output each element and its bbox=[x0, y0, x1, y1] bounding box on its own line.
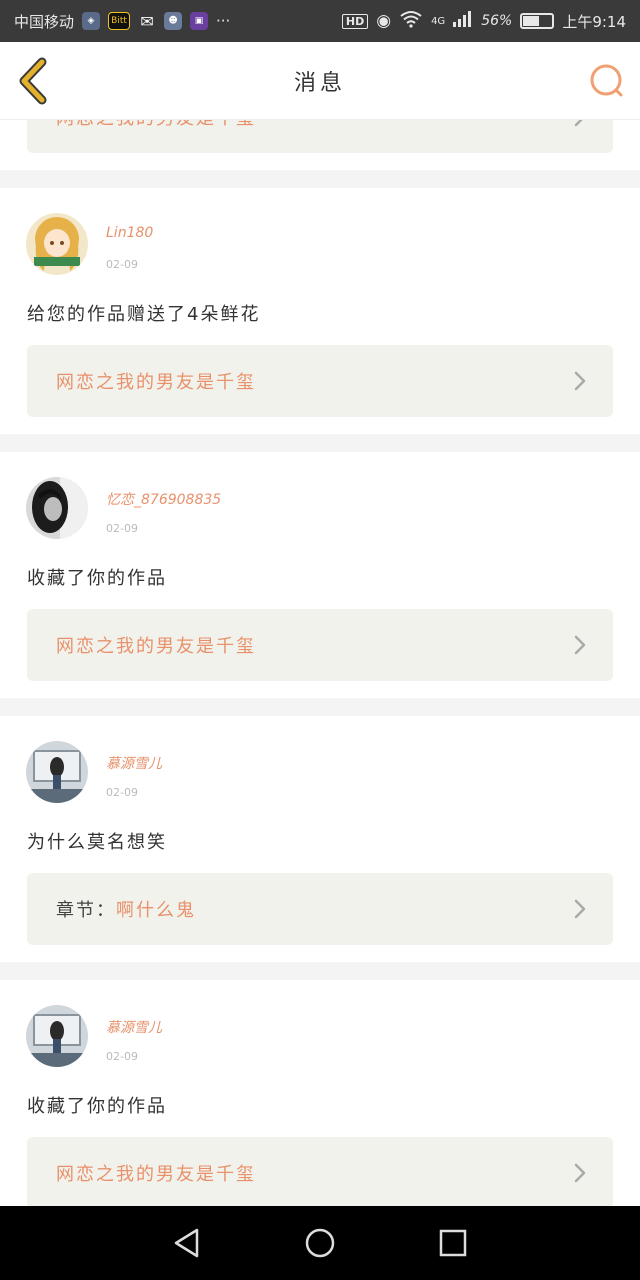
shield-app-icon: ◈ bbox=[82, 12, 101, 30]
back-button[interactable] bbox=[14, 56, 54, 106]
clock: 上午9:14 bbox=[562, 12, 626, 31]
status-bar: 中国移动 ◈ Bitt ✉ ☻ ▣ ··· HD ◉ 4G 56% 上午9:14 bbox=[0, 0, 640, 42]
avatar[interactable] bbox=[26, 741, 88, 803]
work-link[interactable]: 网恋之我的男友是千玺 bbox=[27, 609, 613, 681]
game-app-icon: ▣ bbox=[190, 12, 209, 30]
chevron-right-icon bbox=[574, 371, 586, 391]
hd-icon: HD bbox=[341, 13, 369, 29]
robot-app-icon: ☻ bbox=[164, 12, 183, 30]
list-item: 慕源雪儿 02-09 为什么莫名想笑 章节： 啊什么鬼 bbox=[0, 716, 640, 962]
username[interactable]: 慕源雪儿 bbox=[106, 753, 162, 773]
more-notifications-icon: ··· bbox=[216, 12, 231, 30]
chapter-link[interactable]: 章节： 啊什么鬼 bbox=[27, 873, 613, 945]
timestamp: 02-09 bbox=[106, 1050, 138, 1063]
work-link[interactable]: 网恋之我的男友是千玺 bbox=[27, 120, 613, 153]
battery-icon bbox=[520, 13, 555, 29]
avatar[interactable] bbox=[26, 477, 88, 539]
circle-home-icon bbox=[305, 1228, 335, 1258]
chevron-right-icon bbox=[574, 635, 586, 655]
message-text: 给您的作品赠送了4朵鲜花 bbox=[27, 304, 261, 325]
chapter-prefix: 章节： bbox=[56, 900, 116, 921]
avatar[interactable] bbox=[26, 1005, 88, 1067]
message-text: 为什么莫名想笑 bbox=[27, 832, 167, 853]
system-navigation-bar bbox=[0, 1206, 640, 1280]
signal-icon bbox=[453, 11, 473, 31]
chevron-right-icon bbox=[574, 899, 586, 919]
header: 消息 bbox=[0, 42, 640, 120]
message-text: 收藏了你的作品 bbox=[27, 1096, 167, 1117]
eye-icon: ◉ bbox=[376, 11, 392, 31]
carrier-label: 中国移动 bbox=[14, 12, 75, 31]
timestamp: 02-09 bbox=[106, 786, 138, 799]
nav-back-button[interactable] bbox=[170, 1226, 204, 1260]
chevron-right-icon bbox=[574, 1163, 586, 1183]
work-link[interactable]: 网恋之我的男友是千玺 bbox=[27, 1137, 613, 1206]
chapter-title: 啊什么鬼 bbox=[116, 900, 196, 921]
message-text: 收藏了你的作品 bbox=[27, 568, 167, 589]
search-icon bbox=[590, 64, 623, 97]
avatar[interactable] bbox=[26, 213, 88, 275]
timestamp: 02-09 bbox=[106, 258, 138, 271]
search-button[interactable] bbox=[588, 62, 626, 100]
nav-home-button[interactable] bbox=[303, 1226, 337, 1260]
chevron-left-icon bbox=[19, 57, 47, 105]
work-title: 网恋之我的男友是千玺 bbox=[56, 1164, 256, 1185]
nav-recents-button[interactable] bbox=[436, 1226, 470, 1260]
list-item: 慕源雪儿 02-09 收藏了你的作品 网恋之我的男友是千玺 bbox=[0, 980, 640, 1206]
bitt-app-icon: Bitt bbox=[108, 12, 131, 30]
list-item: Lin180 02-09 给您的作品赠送了4朵鲜花 网恋之我的男友是千玺 bbox=[0, 188, 640, 434]
battery-percent: 56% bbox=[481, 13, 513, 29]
work-title: 网恋之我的男友是千玺 bbox=[56, 636, 256, 657]
username[interactable]: 忆恋_876908835 bbox=[106, 489, 221, 509]
chevron-right-icon bbox=[574, 120, 583, 127]
username[interactable]: Lin180 bbox=[106, 225, 153, 241]
square-recents-icon bbox=[440, 1229, 467, 1257]
page-title: 消息 bbox=[293, 70, 346, 96]
network-type-label: 4G bbox=[431, 16, 446, 27]
list-item: 忆恋_876908835 02-09 收藏了你的作品 网恋之我的男友是千玺 bbox=[0, 452, 640, 698]
message-list[interactable]: 网恋之我的男友是千玺 Lin180 02-09 给您的作品赠送了4朵鲜花 网恋之… bbox=[0, 120, 640, 1206]
work-title: 网恋之我的男友是千玺 bbox=[56, 372, 256, 393]
timestamp: 02-09 bbox=[106, 522, 138, 535]
wifi-icon bbox=[399, 10, 423, 32]
triangle-back-icon bbox=[174, 1228, 198, 1258]
wechat-icon: ✉ bbox=[140, 11, 154, 31]
work-title: 网恋之我的男友是千玺 bbox=[56, 120, 256, 130]
username[interactable]: 慕源雪儿 bbox=[106, 1017, 162, 1037]
work-link[interactable]: 网恋之我的男友是千玺 bbox=[27, 345, 613, 417]
list-item: 网恋之我的男友是千玺 bbox=[0, 120, 640, 170]
